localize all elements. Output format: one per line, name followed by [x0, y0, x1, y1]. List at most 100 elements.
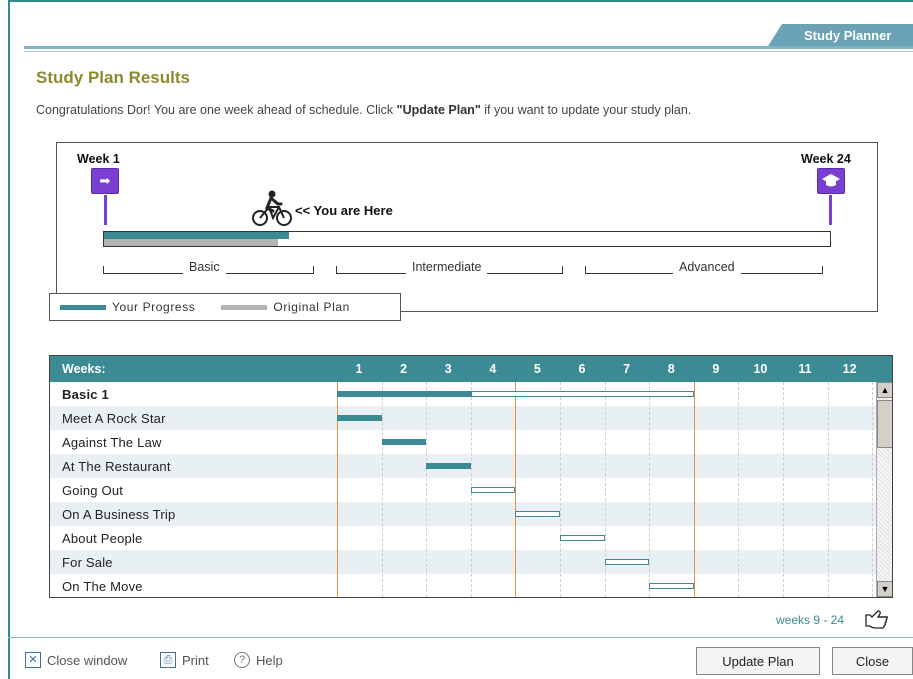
- week-start-label: Week 1: [77, 152, 120, 166]
- stage-intermediate-label: Intermediate: [412, 260, 482, 274]
- stage-bracket: [740, 266, 823, 274]
- stage-intermediate: Intermediate: [336, 260, 564, 274]
- completed-segment: [337, 415, 382, 421]
- stage-basic: Basic: [103, 260, 314, 274]
- stage-basic-label: Basic: [189, 260, 220, 274]
- planned-segment: [604, 559, 650, 565]
- completed-segment: [426, 463, 471, 469]
- schedule-row-label: About People: [62, 531, 143, 546]
- week-gridline: [693, 382, 695, 597]
- intro-update-plan: "Update Plan": [396, 103, 481, 117]
- completed-segment: [381, 439, 427, 445]
- schedule-row[interactable]: On The Move: [50, 574, 876, 597]
- stage-bracket: [487, 266, 564, 274]
- planned-segment: [515, 511, 560, 517]
- stage-bracket: [585, 266, 673, 274]
- week-header-6: 6: [578, 362, 586, 376]
- schedule-row-label: At The Restaurant: [62, 459, 171, 474]
- schedule-row-label: On A Business Trip: [62, 507, 176, 522]
- close-button[interactable]: Close: [832, 647, 913, 675]
- help-label: Help: [256, 652, 283, 668]
- week-gridline: [872, 382, 874, 597]
- week-header-3: 3: [444, 362, 452, 376]
- week-gridline: [738, 382, 740, 597]
- legend-progress-label: Your Progress: [112, 300, 196, 314]
- print-label: Print: [182, 652, 209, 668]
- schedule-scrollbar[interactable]: ▲ ▼: [876, 382, 892, 597]
- progress-bar: [103, 231, 831, 247]
- stage-advanced-label: Advanced: [679, 260, 735, 274]
- stage-bracket: [103, 266, 183, 274]
- stage-bracket: [336, 266, 406, 274]
- week-header-4: 4: [489, 362, 497, 376]
- week-gridline: [381, 382, 383, 597]
- schedule-row[interactable]: Going Out: [50, 478, 876, 502]
- intro-suffix: if you want to update your study plan.: [480, 103, 692, 117]
- schedule-row[interactable]: Meet A Rock Star: [50, 406, 876, 430]
- planned-segment: [560, 535, 605, 541]
- completed-segment: [337, 391, 471, 397]
- footer-divider: [8, 637, 913, 638]
- week-gridline: [783, 382, 784, 597]
- printer-icon: ⎙: [160, 652, 176, 668]
- study-planner-tab[interactable]: Study Planner: [768, 24, 913, 46]
- week-gridline: [827, 382, 829, 597]
- schedule-row[interactable]: Against The Law: [50, 430, 876, 454]
- week-header-1: 1: [355, 362, 363, 376]
- schedule-row-label: Going Out: [62, 483, 124, 498]
- schedule-header: Weeks: 1 2 3 4 5 6 7 8 9 10 11 12: [50, 356, 892, 382]
- intro-prefix: Congratulations Dor! You are one week ah…: [36, 103, 397, 117]
- planned-segment: [649, 583, 694, 589]
- week-gridline: [560, 382, 561, 597]
- schedule-row-label: Basic 1: [62, 387, 109, 402]
- schedule-row-label: On The Move: [62, 579, 143, 594]
- week-end-label: Week 24: [801, 152, 851, 166]
- close-window-link[interactable]: ✕ Close window: [25, 652, 127, 668]
- scroll-down-button[interactable]: ▼: [877, 581, 892, 597]
- planned-segment: [470, 487, 516, 493]
- week-header-2: 2: [400, 362, 408, 376]
- weeks-header-label: Weeks:: [62, 362, 106, 376]
- plan-swatch: [221, 304, 268, 310]
- help-question-icon: ?: [234, 652, 250, 668]
- intro-text: Congratulations Dor! You are one week ah…: [36, 103, 691, 117]
- pointing-hand-icon[interactable]: [864, 606, 890, 630]
- week-header-9: 9: [712, 362, 720, 376]
- legend-plan-label: Original Plan: [273, 300, 350, 314]
- schedule-row-label: For Sale: [62, 555, 113, 570]
- week-header-11: 11: [798, 362, 812, 376]
- you-are-here-label: << You are Here: [295, 203, 393, 218]
- progress-legend: Your Progress Original Plan: [49, 293, 401, 321]
- schedule-row-label: Meet A Rock Star: [62, 411, 166, 426]
- close-window-label: Close window: [47, 652, 128, 668]
- end-flag-pole: [829, 195, 832, 225]
- schedule-grid: Weeks: 1 2 3 4 5 6 7 8 9 10 11 12 Basic 1 Meet A Roc…: [49, 355, 893, 598]
- scroll-thumb[interactable]: [877, 400, 892, 448]
- scroll-up-button[interactable]: ▲: [877, 382, 892, 398]
- schedule-row[interactable]: On A Business Trip: [50, 502, 876, 526]
- week-gridline: [515, 382, 517, 597]
- start-arrow-icon: ➡: [91, 168, 119, 194]
- stage-bracket: [225, 266, 314, 274]
- start-flag-pole: [104, 195, 107, 225]
- progress-swatch: [60, 304, 106, 310]
- planned-segment: [470, 391, 694, 397]
- week-header-12: 12: [842, 362, 857, 376]
- stage-advanced: Advanced: [585, 260, 823, 274]
- print-link[interactable]: ⎙ Print: [160, 652, 209, 668]
- schedule-row[interactable]: About People: [50, 526, 876, 550]
- help-link[interactable]: ? Help: [234, 652, 283, 668]
- graduation-cap-icon: [817, 168, 845, 194]
- original-plan-fill: [104, 239, 279, 246]
- weeks-pager-link[interactable]: weeks 9 - 24: [776, 613, 844, 627]
- header-divider-thin: [24, 51, 913, 52]
- schedule-row[interactable]: For Sale: [50, 550, 876, 574]
- page-title: Study Plan Results: [36, 68, 190, 87]
- schedule-row-label: Against The Law: [62, 435, 162, 450]
- week-gridline: [649, 382, 651, 597]
- progress-overview: Week 1 ➡ Week 24 << You are Here Basic I…: [56, 142, 878, 312]
- update-plan-button[interactable]: Update Plan: [696, 647, 820, 675]
- close-x-icon: ✕: [25, 652, 41, 668]
- schedule-body: Basic 1 Meet A Rock Star Against The Law At…: [50, 382, 876, 597]
- header-divider: [24, 46, 913, 49]
